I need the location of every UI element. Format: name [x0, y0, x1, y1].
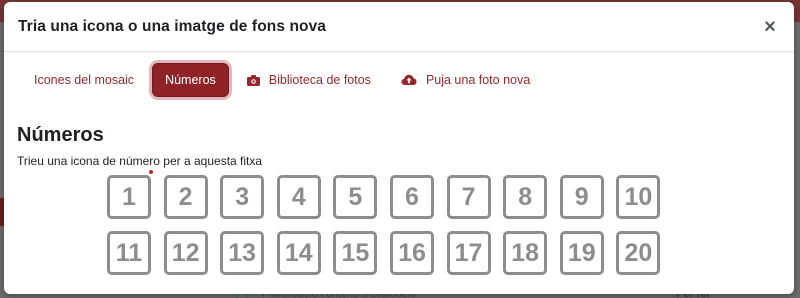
close-button[interactable]: × [760, 17, 780, 37]
number-tile-8[interactable]: 8 [503, 175, 548, 219]
number-tile-15[interactable]: 15 [333, 231, 378, 275]
number-tile-10[interactable]: 10 [616, 175, 661, 219]
cloud-upload-icon [401, 74, 417, 86]
number-tile-18[interactable]: 18 [503, 231, 548, 275]
tab-label: Puja una foto nova [425, 73, 531, 87]
number-tile-17[interactable]: 17 [446, 231, 491, 275]
tab-mosaic-icons[interactable]: Icones del mosaic [22, 63, 146, 97]
tab-label: Icones del mosaic [34, 73, 135, 87]
number-tile-2[interactable]: 2 [163, 175, 208, 219]
number-tile-1[interactable]: 1 [107, 175, 151, 219]
number-tile-4[interactable]: 4 [276, 175, 321, 219]
number-tile-5[interactable]: 5 [333, 175, 378, 219]
close-icon: × [764, 15, 776, 38]
tab-upload-photo[interactable]: Puja una foto nova [389, 63, 542, 97]
tab-photo-library[interactable]: Biblioteca de fotos [235, 63, 383, 97]
tab-label: Números [165, 73, 216, 87]
number-tile-6[interactable]: 6 [389, 175, 434, 219]
number-tile-19[interactable]: 19 [559, 231, 604, 275]
camera-icon [246, 74, 260, 86]
section-description: Trieu una icona de número per a aquesta … [17, 154, 263, 168]
number-icon-grid: 1 2 3 4 5 6 7 8 9 10 11 12 13 14 15 16 1… [107, 175, 661, 275]
number-tile-13[interactable]: 13 [220, 231, 265, 275]
focus-indicator-dot [149, 170, 153, 174]
number-tile-7[interactable]: 7 [446, 175, 491, 219]
tab-label: Biblioteca de fotos [268, 73, 371, 87]
number-tile-14[interactable]: 14 [276, 231, 321, 275]
number-tile-16[interactable]: 16 [389, 231, 434, 275]
number-tile-20[interactable]: 20 [616, 231, 661, 275]
number-tile-9[interactable]: 9 [559, 175, 604, 219]
modal-header: Tria una icona o una imatge de fons nova… [4, 2, 794, 52]
number-tile-3[interactable]: 3 [220, 175, 265, 219]
icon-picker-modal: Tria una icona o una imatge de fons nova… [4, 2, 794, 294]
tab-bar: Icones del mosaic Números Biblioteca de … [22, 62, 548, 98]
section-title: Números [17, 124, 104, 146]
number-tile-12[interactable]: 12 [163, 231, 208, 275]
tab-numbers[interactable]: Números [152, 63, 229, 97]
number-tile-11[interactable]: 11 [107, 231, 151, 275]
modal-title: Tria una icona o una imatge de fons nova [18, 17, 327, 35]
